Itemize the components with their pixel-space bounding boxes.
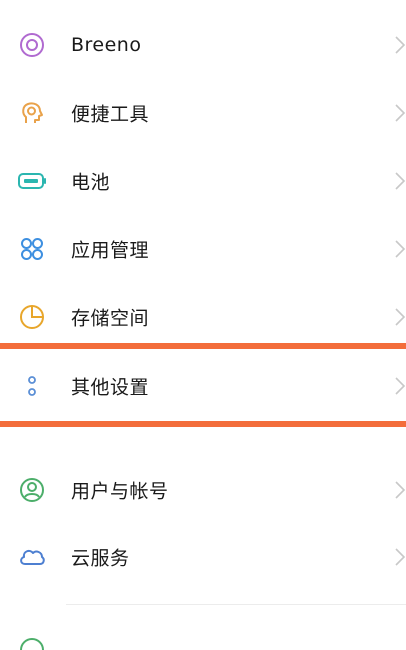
settings-item-other-settings[interactable]: 其他设置 (0, 352, 406, 420)
settings-item-user-account[interactable]: 用户与帐号 (0, 456, 406, 524)
chevron-right-icon (395, 548, 406, 566)
chevron-right-icon (395, 240, 406, 258)
other-settings-icon (16, 370, 48, 402)
divider (66, 604, 406, 605)
battery-icon (16, 165, 48, 197)
chevron-right-icon (395, 481, 406, 499)
breeno-icon (16, 29, 48, 61)
settings-item-label: 电池 (71, 171, 111, 194)
chevron-right-icon (395, 377, 406, 395)
settings-item-storage[interactable]: 存储空间 (0, 283, 406, 351)
partial-icon (16, 634, 48, 650)
highlight-bottom-line (0, 421, 406, 427)
highlight-top-line (0, 343, 406, 349)
storage-icon (16, 301, 48, 333)
convenience-tools-icon (16, 97, 48, 129)
settings-item-label: 用户与帐号 (71, 480, 169, 503)
settings-item-partial[interactable] (0, 620, 406, 650)
user-account-icon (16, 474, 48, 506)
chevron-right-icon (395, 172, 406, 190)
settings-item-breeno[interactable]: Breeno (0, 11, 406, 79)
chevron-right-icon (395, 308, 406, 326)
chevron-right-icon (395, 36, 406, 54)
settings-item-label: 其他设置 (71, 376, 150, 399)
settings-item-label: 云服务 (71, 547, 130, 570)
cloud-service-icon (16, 541, 48, 573)
settings-item-app-management[interactable]: 应用管理 (0, 215, 406, 283)
settings-item-battery[interactable]: 电池 (0, 147, 406, 215)
settings-item-convenience-tools[interactable]: 便捷工具 (0, 79, 406, 147)
settings-item-cloud-service[interactable]: 云服务 (0, 523, 406, 591)
settings-item-label: 应用管理 (71, 239, 150, 262)
settings-item-label: 存储空间 (71, 307, 150, 330)
settings-item-label: 便捷工具 (71, 103, 150, 126)
app-management-icon (16, 233, 48, 265)
chevron-right-icon (395, 104, 406, 122)
settings-item-label: Breeno (71, 34, 142, 56)
